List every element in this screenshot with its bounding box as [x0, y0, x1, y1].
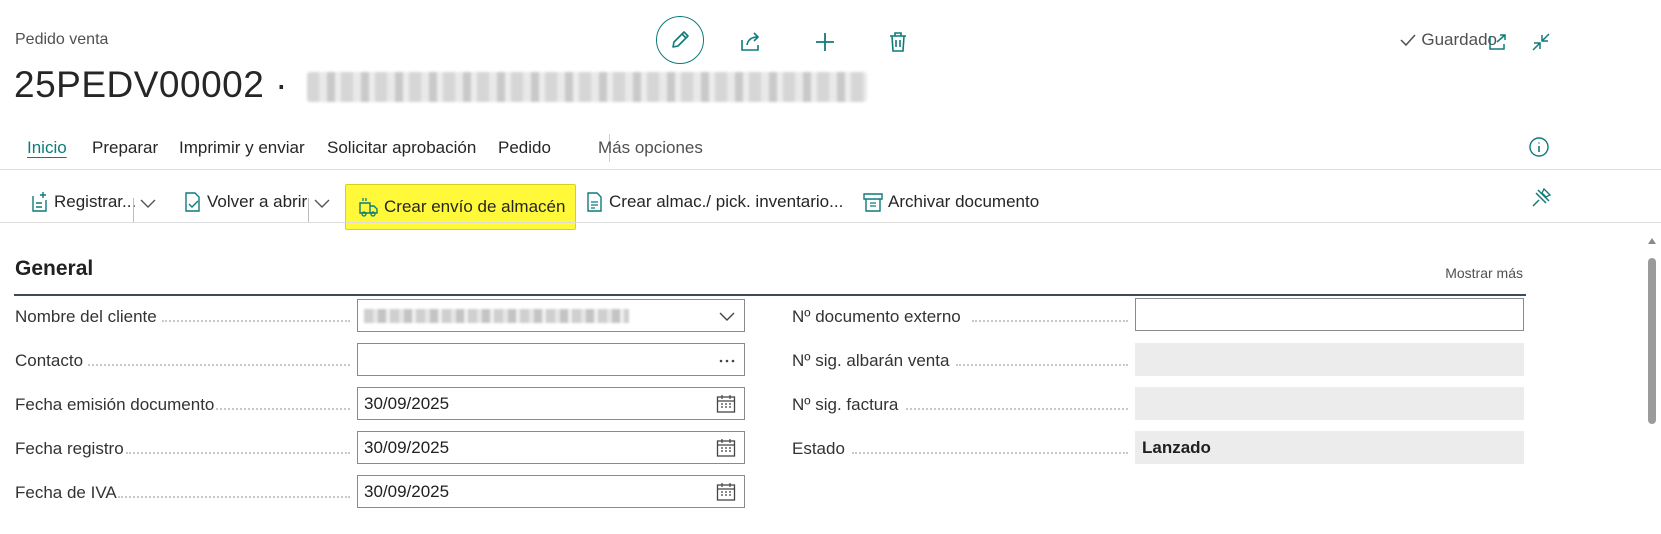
archivar-label: Archivar documento — [888, 192, 1040, 211]
field-label-fecha-registro: Fecha registro — [15, 439, 124, 458]
scrollbar-thumb[interactable] — [1648, 258, 1656, 424]
dotted-leader — [162, 318, 350, 322]
contacto-input[interactable] — [357, 343, 745, 376]
scroll-up-arrow[interactable] — [1648, 238, 1656, 244]
chevron-down-icon — [140, 199, 156, 208]
documento-externo-input[interactable] — [1135, 298, 1524, 331]
warehouse-shipment-icon — [359, 198, 378, 217]
open-new-window-button[interactable] — [1476, 20, 1520, 64]
dotted-leader — [126, 450, 350, 454]
tabs-divider — [0, 169, 1661, 170]
field-label-sig-albaran: Nº sig. albarán venta — [792, 351, 950, 370]
collapse-button[interactable] — [1519, 20, 1563, 64]
dotted-leader — [118, 494, 350, 498]
tab-solicitar-aprobacion[interactable]: Solicitar aprobación — [327, 138, 476, 158]
tab-inicio[interactable]: Inicio — [27, 138, 67, 158]
fecha-emision-input[interactable]: 30/09/2025 — [357, 387, 745, 420]
info-button[interactable] — [1528, 136, 1550, 163]
tab-mas-opciones[interactable]: Más opciones — [598, 138, 703, 158]
chevron-down-icon[interactable] — [718, 306, 736, 326]
dotted-leader — [956, 362, 1128, 366]
share-icon — [741, 32, 760, 51]
calendar-icon[interactable] — [716, 438, 736, 458]
field-label-nombre-cliente: Nombre del cliente — [15, 307, 157, 326]
chevron-down-icon — [314, 199, 330, 208]
inventory-pick-icon — [587, 192, 602, 212]
crear-envio-almacen-button[interactable]: Crear envío de almacén — [345, 184, 577, 230]
field-label-documento-externo: Nº documento externo — [792, 307, 961, 326]
tab-pedido[interactable]: Pedido — [498, 138, 551, 158]
collapse-icon — [1532, 33, 1550, 51]
page-type-caption: Pedido venta — [15, 31, 109, 48]
reopen-document-icon — [185, 192, 200, 212]
archivar-documento-button[interactable]: Archivar documento — [862, 182, 1039, 222]
crear-almac-label: Crear almac./ pick. inventario... — [609, 192, 844, 211]
action-tabs: Inicio Preparar Imprimir y enviar Solici… — [0, 134, 1661, 169]
registrar-label: Registrar... — [54, 192, 137, 211]
pencil-icon — [672, 31, 689, 48]
unpin-icon — [1532, 187, 1552, 207]
estado-value: Lanzado — [1142, 437, 1211, 457]
volver-a-abrir-label: Volver a abrir — [207, 192, 308, 211]
post-document-icon — [32, 192, 47, 212]
document-number: 25PEDV00002 — [14, 64, 265, 105]
registrar-dropdown-button[interactable] — [139, 196, 157, 214]
sig-albaran-venta-field — [1135, 343, 1524, 376]
fecha-iva-value: 30/09/2025 — [364, 481, 450, 501]
dotted-leader — [88, 362, 350, 366]
title-separator: · — [264, 64, 299, 105]
open-in-new-icon — [1489, 34, 1506, 50]
page-title: 25PEDV00002 · — [14, 64, 867, 106]
plus-icon — [816, 33, 834, 51]
registrar-split-divider — [133, 198, 134, 222]
share-button[interactable] — [729, 20, 773, 64]
field-label-sig-factura: Nº sig. factura — [792, 395, 899, 414]
volver-dropdown-button[interactable] — [313, 196, 331, 214]
tab-preparar[interactable]: Preparar — [92, 138, 158, 158]
dotted-leader — [972, 318, 1128, 322]
fecha-registro-value: 30/09/2025 — [364, 437, 450, 457]
vertical-scrollbar[interactable] — [1647, 238, 1657, 534]
pin-action-bar-button[interactable] — [1530, 187, 1552, 214]
estado-field: Lanzado — [1135, 431, 1524, 464]
calendar-icon[interactable] — [716, 482, 736, 502]
actionbar-divider — [0, 222, 1661, 223]
trash-icon — [890, 32, 906, 52]
field-label-contacto: Contacto — [15, 351, 84, 370]
volver-a-abrir-button[interactable]: Volver a abrir — [183, 182, 307, 222]
tab-imprimir-y-enviar[interactable]: Imprimir y enviar — [179, 138, 305, 158]
show-more-link[interactable]: Mostrar más — [1445, 265, 1523, 281]
dotted-leader — [906, 406, 1128, 410]
field-label-estado: Estado — [792, 439, 845, 458]
info-icon — [1529, 137, 1549, 157]
fecha-iva-input[interactable]: 30/09/2025 — [357, 475, 745, 508]
crear-almac-pick-button[interactable]: Crear almac./ pick. inventario... — [585, 182, 843, 222]
fecha-registro-input[interactable]: 30/09/2025 — [357, 431, 745, 464]
section-rule — [14, 294, 1526, 296]
calendar-icon[interactable] — [716, 394, 736, 414]
new-button[interactable] — [803, 20, 847, 64]
fecha-emision-value: 30/09/2025 — [364, 393, 450, 413]
checkmark-icon — [1400, 34, 1416, 47]
sig-factura-field — [1135, 387, 1524, 420]
delete-button[interactable] — [876, 20, 920, 64]
crear-envio-label: Crear envío de almacén — [384, 197, 566, 216]
dotted-leader — [852, 450, 1128, 454]
edit-button[interactable] — [656, 16, 704, 64]
registrar-button[interactable]: Registrar... — [30, 182, 136, 222]
ellipsis-icon[interactable] — [718, 350, 736, 370]
field-label-fecha-iva: Fecha de IVA — [15, 483, 117, 502]
customer-name-blurred — [306, 72, 867, 103]
dotted-leader — [216, 406, 350, 410]
archive-icon — [863, 193, 883, 212]
volver-split-divider — [308, 198, 309, 222]
field-label-fecha-emision: Fecha emisión documento — [15, 395, 215, 414]
nombre-cliente-input[interactable] — [357, 299, 745, 332]
section-title-general[interactable]: General — [15, 257, 93, 281]
customer-name-value-blurred — [364, 308, 629, 323]
